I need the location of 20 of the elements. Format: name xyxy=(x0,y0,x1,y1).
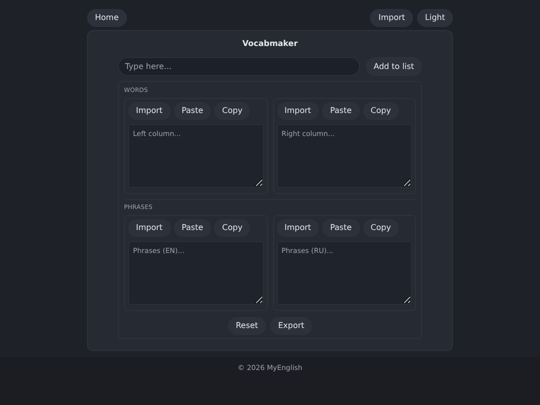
column-action-button[interactable]: Copy xyxy=(214,102,250,120)
home-button[interactable]: Home xyxy=(87,9,127,27)
column-action-button[interactable]: Paste xyxy=(322,102,360,120)
app-title: Vocabmaker xyxy=(242,38,298,50)
theme-button[interactable]: Light xyxy=(417,9,453,27)
word-input[interactable]: Type here... xyxy=(118,57,360,76)
column-action-button[interactable]: Copy xyxy=(214,219,250,237)
column-action-button[interactable]: Paste xyxy=(322,219,360,237)
column-action-button[interactable]: Paste xyxy=(174,102,212,120)
add-to-list-button[interactable]: Add to list xyxy=(366,57,422,76)
column-action-button[interactable]: Copy xyxy=(362,102,399,120)
import-button[interactable]: Import xyxy=(370,9,414,27)
column-action-button[interactable]: Import xyxy=(128,219,171,237)
form-action-button[interactable]: Reset xyxy=(228,317,266,335)
column-action-button[interactable]: Import xyxy=(276,102,320,120)
form-action-button[interactable]: Export xyxy=(270,317,312,335)
column-action-button[interactable]: Import xyxy=(128,102,171,120)
column-action-button[interactable]: Import xyxy=(276,219,320,237)
column-action-button[interactable]: Paste xyxy=(174,219,212,237)
column-action-button[interactable]: Copy xyxy=(362,219,399,237)
